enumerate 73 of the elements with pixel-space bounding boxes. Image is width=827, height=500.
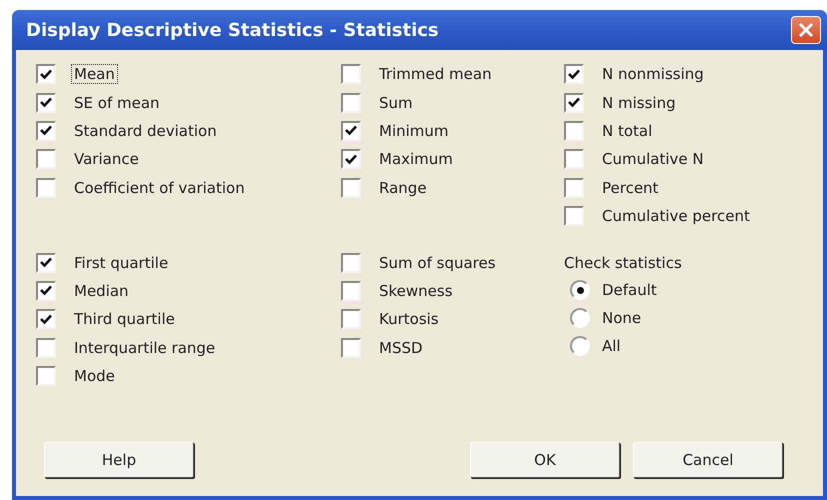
checkbox[interactable] <box>36 338 56 358</box>
radio-button[interactable] <box>570 308 590 328</box>
dialog-button[interactable]: OK <box>470 442 620 478</box>
close-icon <box>797 21 815 39</box>
check-icon <box>568 68 580 80</box>
checkbox[interactable] <box>564 149 584 170</box>
checkbox-label[interactable]: Median <box>72 282 131 300</box>
check-icon <box>40 68 52 80</box>
checkbox-label[interactable]: Interquartile range <box>72 338 218 357</box>
checkbox-label[interactable]: Cumulative percent <box>600 207 752 226</box>
dialog-button[interactable]: Help <box>44 442 194 478</box>
checkbox-label[interactable]: Standard deviation <box>72 122 219 140</box>
checkbox[interactable] <box>564 92 584 113</box>
checkbox-label[interactable]: Mode <box>72 367 117 386</box>
checkbox[interactable] <box>36 252 56 273</box>
checkbox[interactable] <box>341 178 361 198</box>
check-icon <box>40 314 52 325</box>
radio-label[interactable]: All <box>600 337 623 356</box>
close-button[interactable] <box>791 16 821 44</box>
radio-button[interactable] <box>570 280 590 300</box>
checkbox[interactable] <box>341 280 361 301</box>
checkbox[interactable] <box>341 92 361 113</box>
radio-button[interactable] <box>570 336 590 356</box>
checkbox-label[interactable]: SE of mean <box>72 94 162 112</box>
checkbox-label[interactable]: Range <box>377 178 429 197</box>
checkbox-label[interactable]: Maximum <box>377 150 455 168</box>
checkbox-label[interactable]: Minimum <box>377 122 451 140</box>
checkbox-label[interactable]: Kurtosis <box>377 310 441 328</box>
check-icon <box>345 154 357 165</box>
checkbox-label[interactable]: Sum <box>377 94 415 112</box>
checkbox-label[interactable]: Third quartile <box>72 310 177 328</box>
checkbox[interactable] <box>341 149 361 170</box>
checkbox-label[interactable]: N missing <box>600 94 678 112</box>
checkbox-label[interactable]: MSSD <box>377 338 425 357</box>
checkbox-label[interactable]: Skewness <box>377 282 455 300</box>
radio-label[interactable]: Default <box>600 281 659 300</box>
checkbox[interactable] <box>341 309 361 330</box>
check-icon <box>40 97 52 108</box>
checkbox[interactable] <box>564 178 584 198</box>
check-icon <box>40 257 52 268</box>
group-label: Check statistics <box>564 253 683 274</box>
checkbox-label[interactable]: Variance <box>72 150 141 168</box>
checkbox[interactable] <box>564 64 584 84</box>
check-icon <box>345 125 357 136</box>
checkbox-label[interactable]: Trimmed mean <box>377 65 494 84</box>
check-icon <box>40 125 52 136</box>
check-icon <box>568 97 580 108</box>
checkbox[interactable] <box>36 64 56 84</box>
window-title: Display Descriptive Statistics - Statistics <box>26 18 439 42</box>
checkbox-label[interactable]: Sum of squares <box>377 254 498 272</box>
checkbox[interactable] <box>36 149 56 170</box>
radio-label[interactable]: None <box>600 309 644 328</box>
checkbox[interactable] <box>341 120 361 141</box>
checkbox[interactable] <box>564 120 584 141</box>
checkbox-label[interactable]: Coefficient of variation <box>72 178 247 197</box>
checkbox[interactable] <box>36 178 56 198</box>
checkbox[interactable] <box>36 280 56 301</box>
checkbox[interactable] <box>341 252 361 273</box>
checkbox-label[interactable]: N nonmissing <box>600 65 706 84</box>
checkbox[interactable] <box>341 64 361 84</box>
checkbox-label[interactable]: Cumulative N <box>600 150 706 168</box>
checkbox[interactable] <box>36 309 56 330</box>
checkbox-label[interactable]: Mean <box>72 65 117 84</box>
checkbox[interactable] <box>36 366 56 386</box>
checkbox-label[interactable]: First quartile <box>72 254 170 272</box>
checkbox[interactable] <box>341 338 361 358</box>
checkbox[interactable] <box>36 120 56 141</box>
checkbox[interactable] <box>36 92 56 113</box>
checkbox-label[interactable]: N total <box>600 122 654 140</box>
checkbox[interactable] <box>564 206 584 226</box>
dialog-button[interactable]: Cancel <box>633 442 783 478</box>
check-icon <box>40 285 52 296</box>
checkbox-label[interactable]: Percent <box>600 178 660 197</box>
